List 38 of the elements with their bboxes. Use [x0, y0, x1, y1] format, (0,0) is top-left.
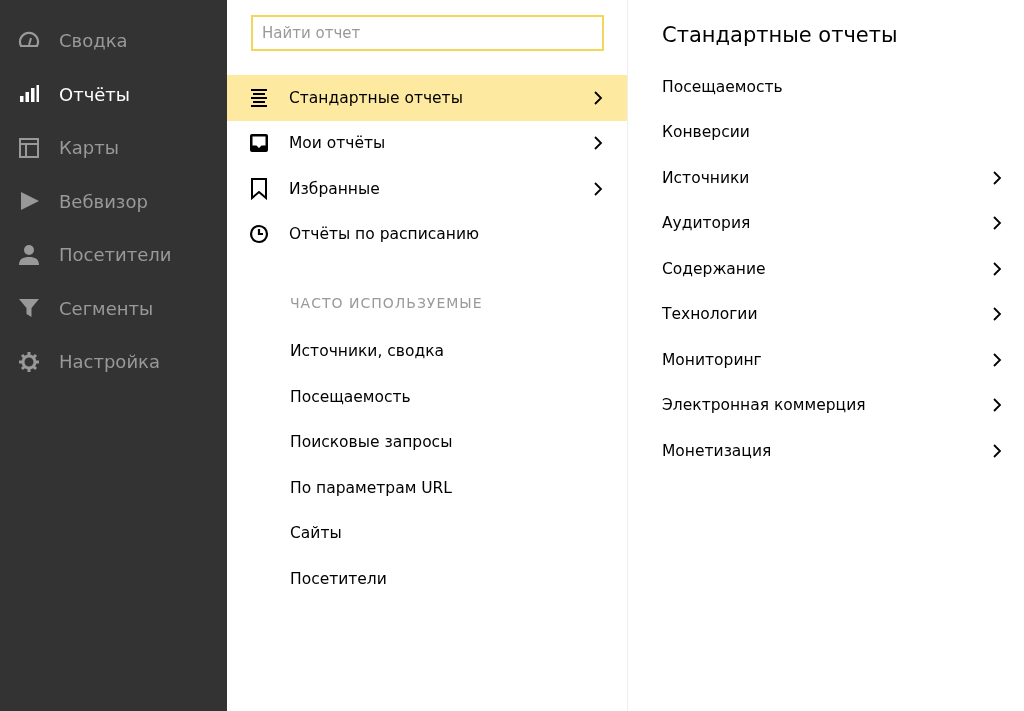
menu-item[interactable]: Содержание: [662, 246, 1002, 292]
menu-item[interactable]: Источники, сводка: [227, 329, 627, 375]
menu-item[interactable]: Мониторинг: [662, 337, 1002, 383]
menu-item[interactable]: Технологии: [662, 291, 1002, 337]
menu-item[interactable]: Электронная коммерция: [662, 382, 1002, 428]
sidebar-item[interactable]: Карты: [0, 121, 227, 175]
menu-item[interactable]: Посетители: [227, 556, 627, 602]
search-field[interactable]: Найти отчет: [251, 15, 604, 51]
menu-item[interactable]: Конверсии: [662, 109, 1002, 155]
sidebar-item[interactable]: Сводка: [0, 14, 227, 68]
menu-item[interactable]: Поисковые запросы: [227, 420, 627, 466]
menu-item[interactable]: Сайты: [227, 511, 627, 557]
menu-item[interactable]: Отчёты по расписанию: [227, 211, 627, 257]
menu-item[interactable]: Аудитория: [662, 200, 1002, 246]
funnel-icon: [18, 297, 40, 320]
sidebar-item[interactable]: Вебвизор: [0, 174, 227, 228]
list-icon: [249, 86, 269, 109]
menu-item[interactable]: Посещаемость: [227, 374, 627, 420]
person-icon: [18, 243, 40, 266]
section-heading: ЧАСТО ИСПОЛЬЗУЕМЫЕ: [289, 294, 484, 313]
clock-icon: [249, 223, 269, 246]
sidebar-item[interactable]: Отчёты: [0, 67, 227, 121]
settings-icon: [18, 350, 40, 373]
menu-item[interactable]: Стандартные отчеты: [227, 75, 627, 121]
bookmark-icon: [249, 177, 269, 200]
sidebar-item[interactable]: Настройка: [0, 335, 227, 389]
sidebar-item[interactable]: Сегменты: [0, 281, 227, 335]
menu-item[interactable]: Избранные: [227, 166, 627, 212]
menu-item[interactable]: Мои отчёты: [227, 120, 627, 166]
inbox-icon: [249, 132, 269, 155]
menu-item[interactable]: По параметрам URL: [227, 465, 627, 511]
layout-icon: [18, 136, 40, 159]
menu-item[interactable]: Посещаемость: [662, 64, 1002, 110]
menu-item[interactable]: Источники: [662, 155, 1002, 201]
sidebar-item[interactable]: Посетители: [0, 228, 227, 282]
play-icon: [18, 190, 40, 213]
panel-title: Стандартные отчеты: [662, 22, 899, 49]
menu-item[interactable]: Монетизация: [662, 428, 1002, 474]
